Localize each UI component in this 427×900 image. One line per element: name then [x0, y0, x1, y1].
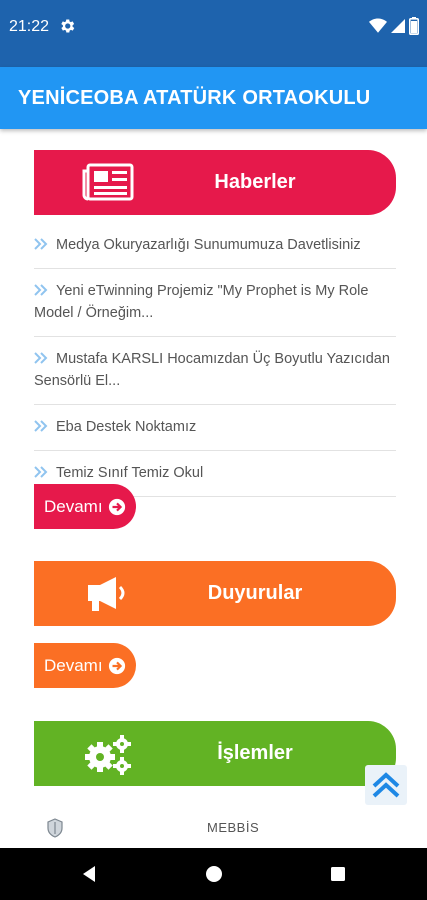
news-list: Medya Okuryazarlığı Sunumumuza Davetlisi… — [34, 223, 396, 497]
news-item[interactable]: Medya Okuryazarlığı Sunumumuza Davetlisi… — [34, 223, 396, 269]
wifi-icon — [369, 18, 387, 33]
status-bar: 21:22 — [0, 0, 427, 67]
system-icons — [369, 17, 419, 35]
footer-row[interactable]: MEBBİS — [0, 812, 427, 848]
double-chevron-icon — [34, 466, 48, 478]
scroll-top-button[interactable] — [365, 765, 407, 805]
haberler-more-button[interactable]: Devamı — [34, 484, 136, 529]
news-title: Yeni eTwinning Projemiz "My Prophet is M… — [34, 283, 369, 321]
page-title: YENİCEOBA ATATÜRK ORTAOKULU — [18, 87, 371, 109]
more-label: Devamı — [44, 496, 103, 516]
navigation-bar — [0, 848, 427, 900]
double-chevron-icon — [34, 420, 48, 432]
double-chevron-icon — [34, 284, 48, 296]
duyurular-more-button[interactable]: Devamı — [34, 643, 136, 688]
arrow-circle-right-icon — [108, 657, 125, 674]
arrow-circle-right-icon — [108, 498, 125, 515]
news-title: Medya Okuryazarlığı Sunumumuza Davetlisi… — [56, 237, 361, 253]
islemler-title: İşlemler — [217, 742, 293, 764]
mebbis-label: MEBBİS — [207, 820, 260, 835]
status-time: 21:22 — [9, 18, 50, 35]
app-bar: YENİCEOBA ATATÜRK ORTAOKULU — [0, 67, 427, 129]
news-title: Mustafa KARSLI Hocamızdan Üç Boyutlu Yaz… — [34, 351, 390, 389]
main-content[interactable]: Haberler Medya Okuryazarlığı Sunumumuza … — [0, 129, 427, 848]
shield-icon — [47, 818, 63, 838]
back-icon[interactable] — [80, 864, 100, 884]
news-item[interactable]: Mustafa KARSLI Hocamızdan Üç Boyutlu Yaz… — [34, 337, 396, 405]
duyurular-title: Duyurular — [207, 582, 303, 604]
home-icon[interactable] — [204, 864, 224, 884]
recents-icon[interactable] — [328, 864, 348, 884]
news-title: Temiz Sınıf Temiz Okul — [56, 465, 204, 481]
battery-icon — [409, 17, 419, 35]
duyurular-header[interactable]: Duyurular — [34, 561, 396, 626]
signal-icon — [391, 19, 405, 33]
news-title: Eba Destek Noktamız — [56, 419, 197, 435]
double-chevron-icon — [34, 352, 48, 364]
double-chevron-up-icon — [372, 772, 400, 798]
gear-icon — [61, 19, 75, 33]
news-item[interactable]: Eba Destek Noktamız — [34, 405, 396, 451]
islemler-header[interactable]: İşlemler — [34, 721, 396, 786]
haberler-header[interactable]: Haberler — [34, 150, 396, 215]
more-label: Devamı — [44, 655, 103, 675]
news-item[interactable]: Yeni eTwinning Projemiz "My Prophet is M… — [34, 269, 396, 337]
haberler-title: Haberler — [214, 171, 296, 193]
double-chevron-icon — [34, 238, 48, 250]
